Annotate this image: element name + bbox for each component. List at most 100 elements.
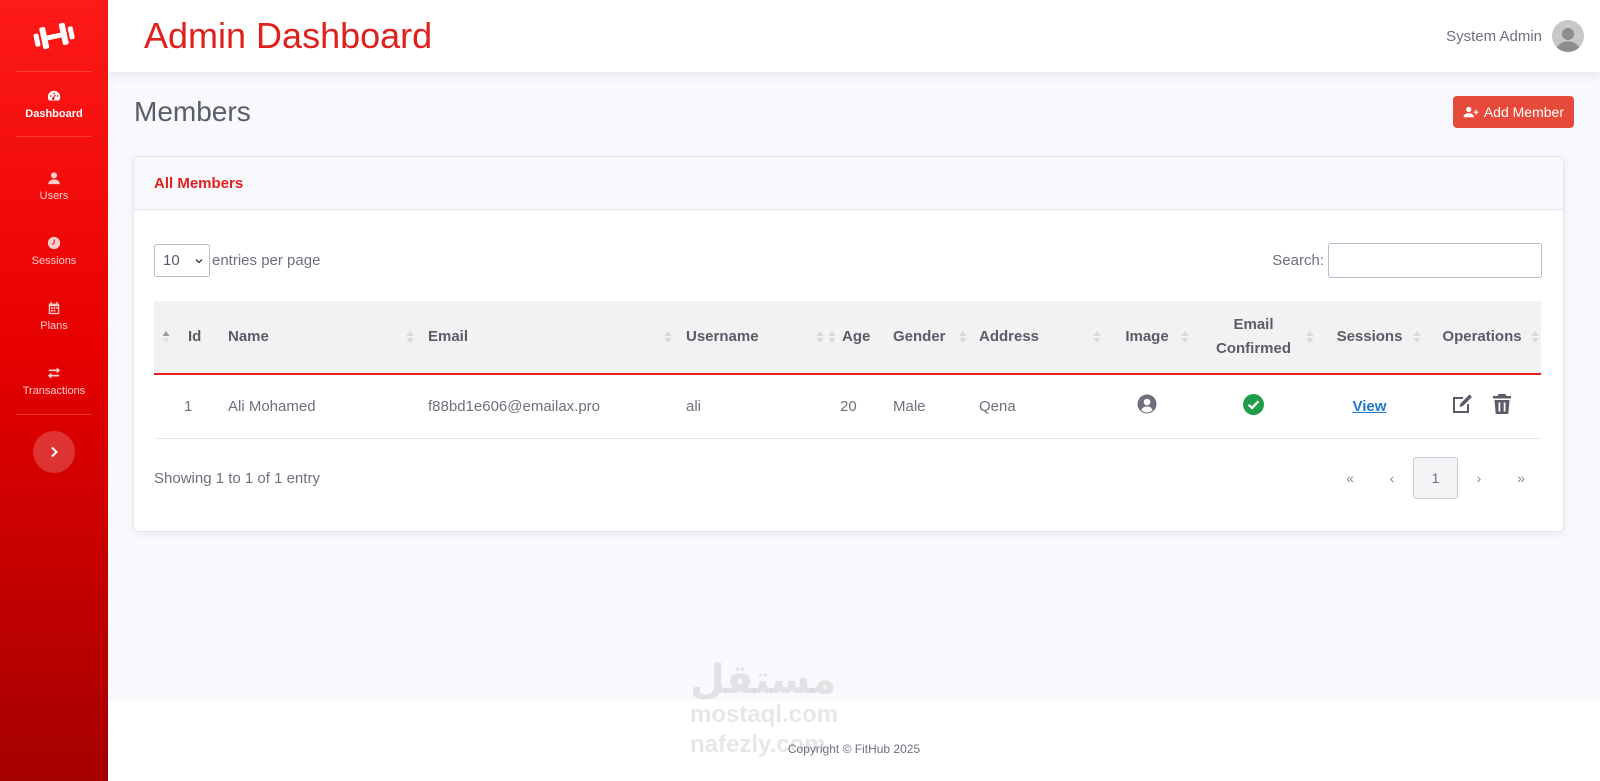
showing-info: Showing 1 to 1 of 1 entry <box>154 469 320 487</box>
view-sessions-link[interactable]: View <box>1353 398 1387 415</box>
col-label: Address <box>979 328 1040 345</box>
page-last-button[interactable]: » <box>1500 457 1542 499</box>
heading-row: Members Add Member <box>134 96 1574 128</box>
sort-icon <box>828 331 836 343</box>
sidebar-item-label: Dashboard <box>25 107 83 120</box>
search-input[interactable] <box>1328 243 1542 278</box>
col-label: Image <box>1125 328 1169 345</box>
check-circle-icon <box>1243 393 1264 415</box>
col-username[interactable]: Username <box>674 301 826 374</box>
sort-icon <box>1093 331 1101 343</box>
sidebar: Dashboard Users Sessions Plans Transacti… <box>0 0 108 781</box>
table-header-row: Id Name Email Username Age Gender Addres… <box>154 301 1541 374</box>
sort-icon <box>1531 331 1539 343</box>
page-current-button[interactable]: 1 <box>1413 457 1458 499</box>
page-prev-button[interactable]: ‹ <box>1371 457 1413 499</box>
cell-image <box>1103 374 1191 438</box>
sidebar-item-label: Transactions <box>22 385 86 397</box>
chevron-right-icon <box>51 446 58 458</box>
page-next-button[interactable]: › <box>1458 457 1500 499</box>
entries-select-value: 10 <box>163 252 180 269</box>
sidebar-item-plans[interactable]: Plans <box>0 284 108 349</box>
col-id[interactable]: Id <box>154 301 220 374</box>
page-footer: Copyright © FitHub 2025 <box>108 700 1600 781</box>
user-circle-icon <box>1137 394 1157 414</box>
col-sessions[interactable]: Sessions <box>1316 301 1423 374</box>
sidebar-item-dashboard[interactable]: Dashboard <box>0 72 108 136</box>
section-heading: Members <box>134 96 251 127</box>
col-label: Name <box>228 328 269 345</box>
cell-email: f88bd1e606@emailax.pro <box>428 397 601 415</box>
col-name[interactable]: Name <box>220 301 416 374</box>
cell-gender: Male <box>893 397 926 415</box>
user-avatar-icon <box>1556 28 1580 52</box>
cell-email-confirmed <box>1191 374 1316 438</box>
tachometer-icon <box>47 90 61 101</box>
avatar[interactable] <box>1552 20 1584 52</box>
cell-age: 20 <box>840 397 857 415</box>
col-gender[interactable]: Gender <box>885 301 969 374</box>
sort-asc-icon <box>162 331 170 343</box>
entries-per-page: 10 entries per page <box>154 244 320 277</box>
exchange-icon <box>47 367 61 379</box>
user-icon <box>48 172 60 185</box>
cell-name: Ali Mohamed <box>228 397 316 415</box>
main-content: Members Add Member All Members 10 entrie… <box>108 72 1600 700</box>
copyright-text: Copyright © FitHub 2025 <box>787 741 921 756</box>
col-address[interactable]: Address <box>969 301 1103 374</box>
sidebar-item-label: Users <box>39 190 69 202</box>
add-member-label: Add Member <box>1483 104 1564 120</box>
members-table: Id Name Email Username Age Gender Addres… <box>154 301 1541 439</box>
col-image[interactable]: Image <box>1103 301 1191 374</box>
sort-icon <box>1181 331 1189 343</box>
trash-icon[interactable] <box>1490 392 1514 416</box>
pagination: « ‹ 1 › » <box>1329 457 1542 499</box>
col-label: Operations <box>1442 328 1522 345</box>
sort-icon <box>816 331 824 343</box>
sort-icon <box>1306 331 1314 343</box>
col-label: Username <box>686 328 759 345</box>
card-header: All Members <box>134 157 1563 210</box>
table-row: 1 Ali Mohamed f88bd1e606@emailax.pro ali… <box>154 374 1541 438</box>
sort-icon <box>406 331 414 343</box>
col-label: Email <box>428 328 469 345</box>
cell-sessions: View <box>1316 374 1423 438</box>
chevron-down-icon <box>195 258 203 263</box>
col-label: Id <box>188 328 202 345</box>
col-email[interactable]: Email <box>416 301 674 374</box>
entries-label: entries per page <box>212 252 321 269</box>
dumbbell-icon <box>33 22 75 49</box>
user-menu[interactable]: System Admin <box>1446 20 1584 52</box>
sidebar-item-sessions[interactable]: Sessions <box>0 219 108 284</box>
entries-select[interactable]: 10 <box>154 244 210 277</box>
user-name: System Admin <box>1446 27 1542 45</box>
add-member-button[interactable]: Add Member <box>1452 96 1574 128</box>
search-label: Search: <box>1272 252 1324 269</box>
sidebar-divider <box>16 414 92 415</box>
col-label: Gender <box>893 328 946 345</box>
sort-icon <box>1413 331 1421 343</box>
cell-operations <box>1423 374 1541 438</box>
col-operations[interactable]: Operations <box>1423 301 1541 374</box>
cell-address: Qena <box>979 397 1016 415</box>
sidebar-toggle-button[interactable] <box>33 431 75 473</box>
sidebar-item-transactions[interactable]: Transactions <box>0 349 108 414</box>
page-first-button[interactable]: « <box>1329 457 1371 499</box>
col-label: Email Confirmed <box>1216 316 1291 357</box>
col-label: Sessions <box>1336 328 1403 345</box>
brand-logo[interactable] <box>16 0 92 72</box>
col-email-confirmed[interactable]: Email Confirmed <box>1191 301 1316 374</box>
sidebar-item-users[interactable]: Users <box>0 154 108 219</box>
cell-username: ali <box>686 397 702 415</box>
edit-icon[interactable] <box>1450 392 1474 416</box>
user-plus-icon <box>1463 106 1479 118</box>
table-controls: 10 entries per page Search: <box>154 243 1542 278</box>
page-title: Admin Dashboard <box>144 15 433 56</box>
col-age[interactable]: Age <box>826 301 885 374</box>
table-footer: Showing 1 to 1 of 1 entry « ‹ 1 › » <box>154 457 1542 499</box>
calendar-icon <box>48 301 60 315</box>
sort-icon <box>664 331 672 343</box>
search-box: Search: <box>1272 243 1542 278</box>
sidebar-item-label: Sessions <box>31 255 77 267</box>
topbar: Admin Dashboard System Admin <box>108 0 1600 72</box>
